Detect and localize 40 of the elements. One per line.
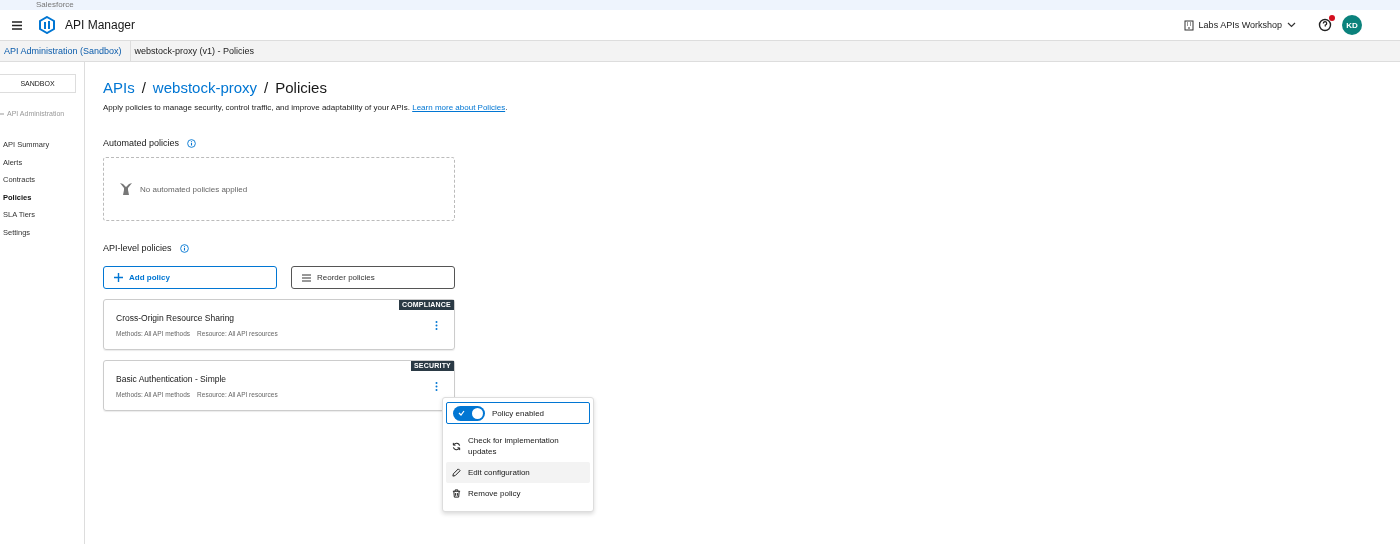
trash-icon [452, 489, 461, 498]
org-selector[interactable]: Labs APIs Workshop [1177, 18, 1302, 32]
brand-label: Salesforce [36, 0, 74, 9]
info-icon[interactable] [187, 138, 197, 148]
building-icon [1183, 19, 1194, 31]
reorder-policies-button[interactable]: Reorder policies [291, 266, 455, 289]
breadcrumb-link[interactable]: APIs [103, 79, 135, 96]
logo-icon [39, 16, 55, 34]
app-title: API Manager [65, 18, 136, 32]
more-options-icon[interactable] [435, 321, 438, 330]
pencil-icon [452, 468, 461, 477]
policy-name: Cross-Origin Resource Sharing [116, 313, 236, 323]
breadcrumb-item: webstock-proxy (v1) - Policies [133, 45, 256, 58]
section-heading: Automated policies [103, 138, 180, 148]
menu-icon[interactable] [12, 20, 22, 30]
menu-item[interactable]: Remove policy [446, 483, 590, 504]
page-description: Apply policies to manage security, control traffic, and improve adaptability of your APIs. Learn more about Policies. [103, 102, 508, 113]
breadcrumb-link[interactable]: API Administration (Sandbox) [0, 41, 131, 61]
funnel-icon [120, 182, 132, 196]
info-icon[interactable] [179, 243, 189, 253]
more-options-icon[interactable] [435, 382, 438, 391]
empty-message: No automated policies applied [140, 184, 248, 194]
menu-item[interactable]: Edit configuration [446, 462, 590, 483]
refresh-icon [452, 441, 461, 451]
plus-icon [114, 273, 123, 282]
toggle-switch[interactable] [453, 405, 485, 421]
add-policy-button[interactable]: Add policy [103, 266, 277, 289]
menu-item[interactable]: Check for implementation updates [446, 430, 590, 462]
user-avatar[interactable]: KD [1342, 15, 1362, 35]
list-icon [302, 273, 311, 282]
toggle-menu-item[interactable]: Policy enabled [446, 402, 590, 424]
page-title: / [141, 79, 146, 96]
page-title: / [264, 79, 269, 96]
breadcrumb-link[interactable]: webstock-proxy [152, 79, 258, 96]
section-heading: API-level policies [103, 243, 172, 253]
check-icon [458, 410, 465, 416]
policy-name: Basic Authentication - Simple [116, 374, 228, 384]
chevron-down-icon [1287, 22, 1296, 28]
page-title: Policies [275, 79, 327, 96]
help-icon[interactable] [1318, 18, 1332, 32]
